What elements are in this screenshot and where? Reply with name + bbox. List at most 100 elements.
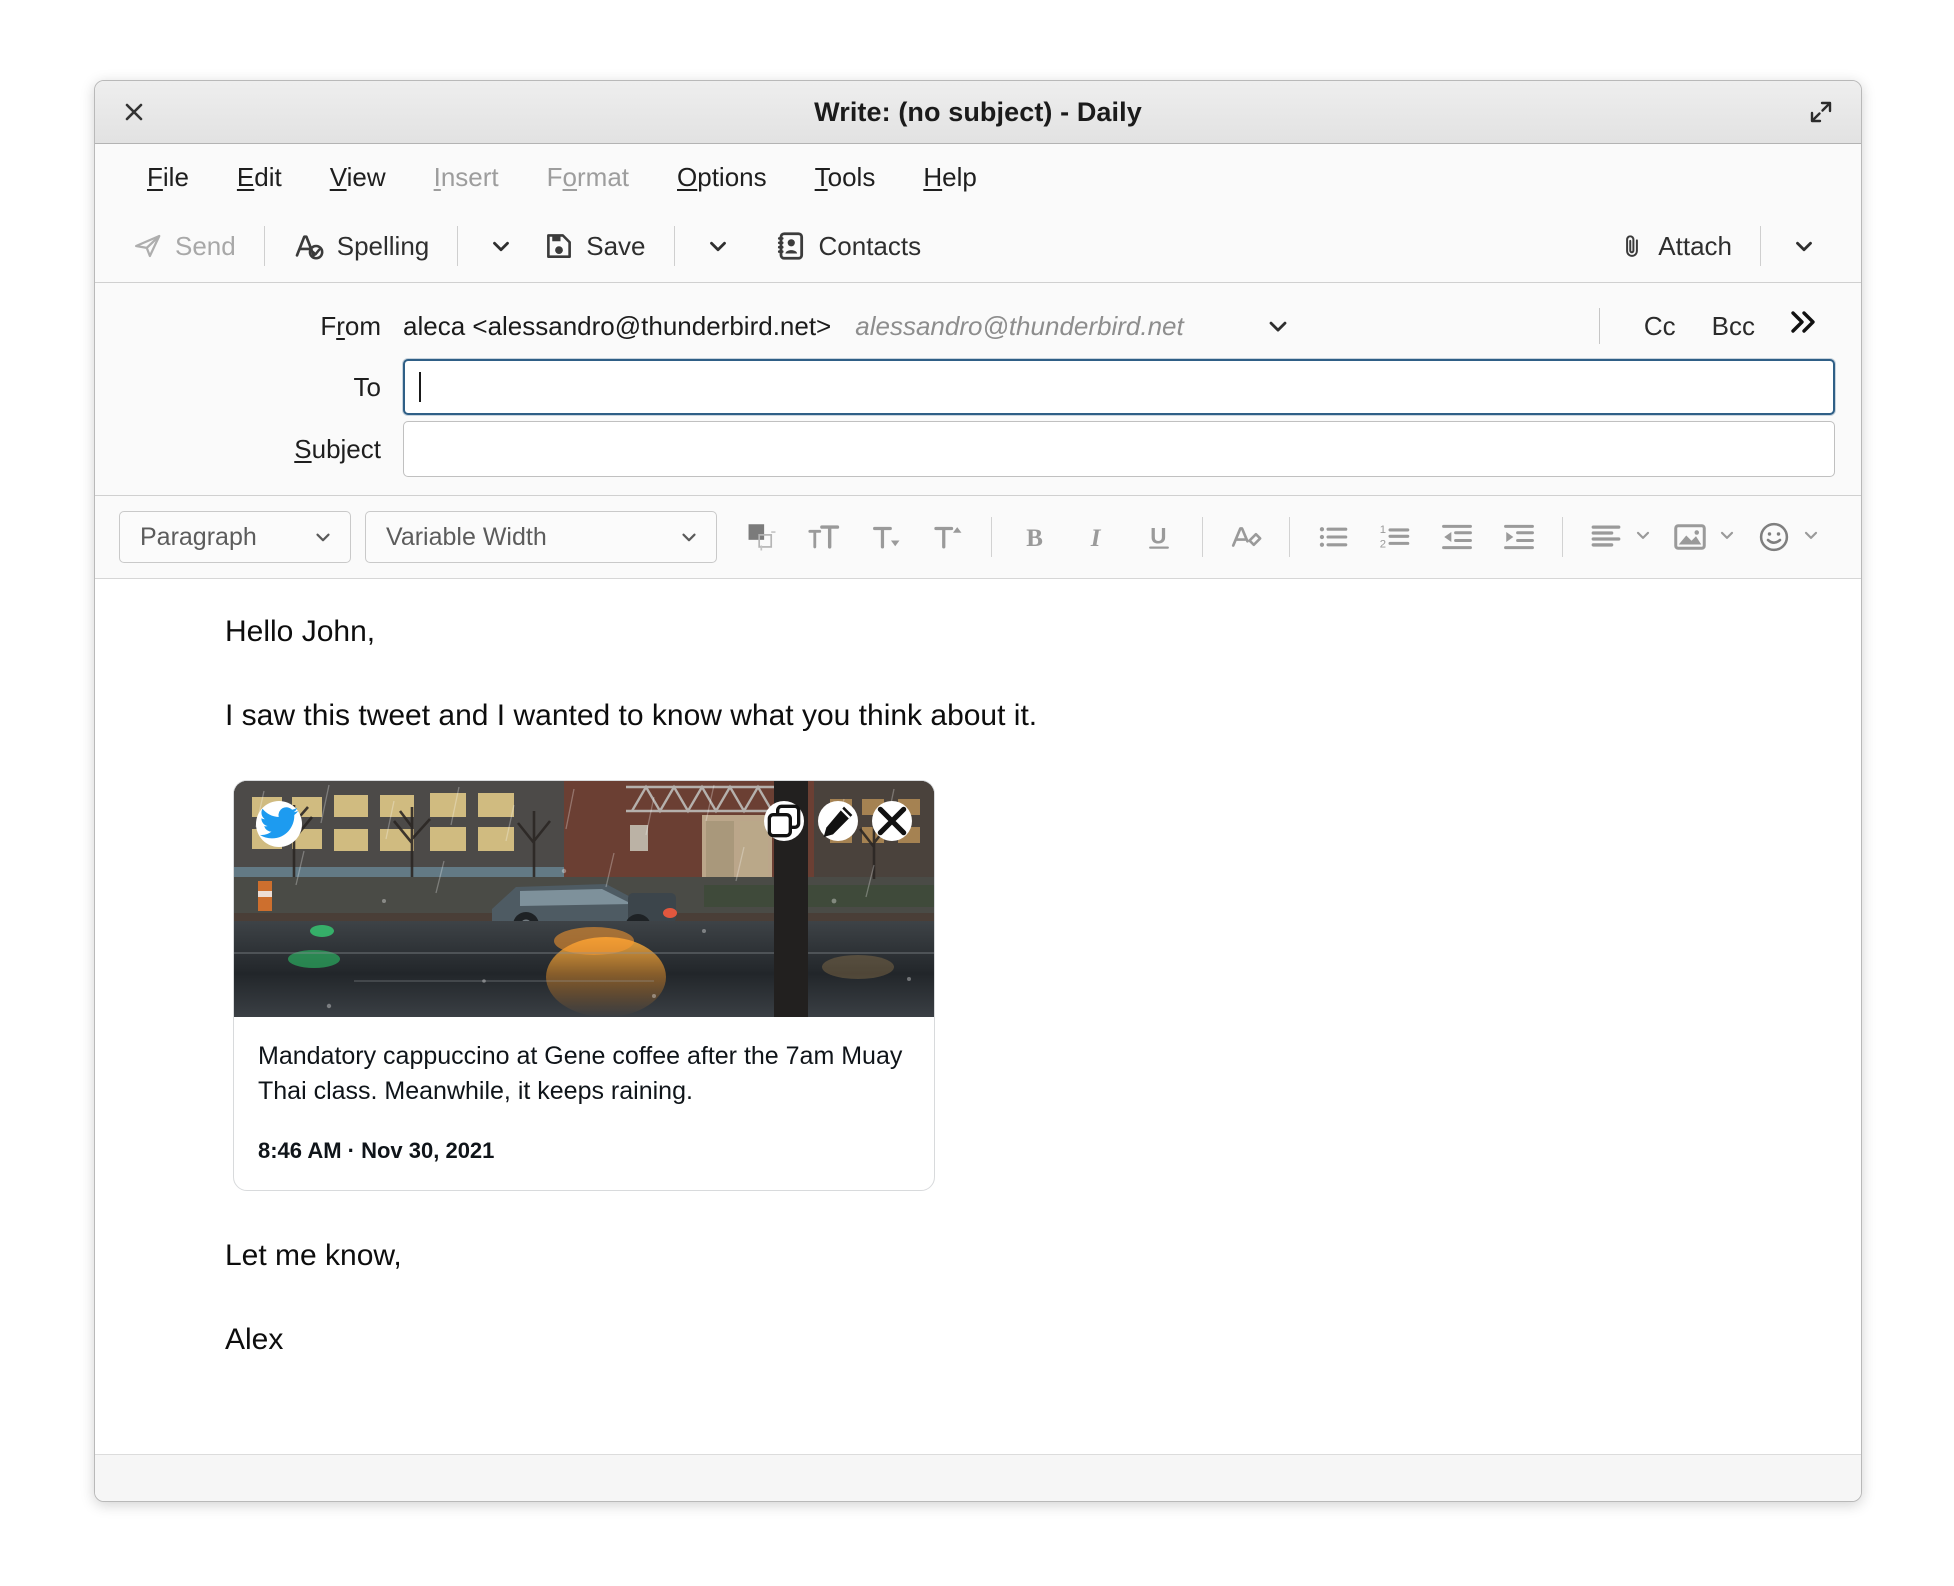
message-body-editor[interactable]: Hello John, I saw this tweet and I wante… <box>95 579 1861 1454</box>
outdent-button[interactable] <box>1431 511 1483 563</box>
menu-insert: Insert <box>433 161 499 192</box>
underline-icon: U <box>1149 523 1169 549</box>
attach-button[interactable]: Attach <box>1604 225 1746 268</box>
format-toolbar: Paragraph Variable Width B I U 1 2 <box>95 496 1861 579</box>
send-button[interactable]: Send <box>119 225 250 268</box>
menu-insert-label: nsert <box>440 161 499 192</box>
insert-image-icon <box>1674 524 1706 550</box>
insert-emoji-button[interactable] <box>1748 511 1800 563</box>
paragraph-style-select[interactable]: Paragraph <box>119 511 351 563</box>
menu-edit[interactable]: Edit <box>213 156 306 199</box>
body-greeting: Hello John, <box>225 615 376 648</box>
svg-text:I: I <box>1090 525 1102 552</box>
menu-view-label: iew <box>346 161 386 192</box>
text-cursor <box>419 372 421 402</box>
body-closing: Let me know, <box>225 1239 402 1272</box>
spelling-button[interactable]: Spelling <box>279 224 444 268</box>
toolbar-separator-1 <box>263 226 265 266</box>
expand-headers-button[interactable] <box>1773 303 1835 349</box>
to-input[interactable] <box>403 359 1835 415</box>
from-dropdown-button[interactable] <box>1264 312 1292 340</box>
indent-icon <box>1504 524 1534 550</box>
remove-formatting-icon <box>1231 527 1262 547</box>
svg-text:U: U <box>1150 523 1166 548</box>
body-intro: I saw this tweet and I wanted to know wh… <box>225 698 1038 732</box>
twitter-bird-icon <box>259 807 299 839</box>
tweet-edit-button[interactable] <box>818 801 858 841</box>
bold-button[interactable]: B <box>1009 511 1061 563</box>
tweet-image <box>234 781 934 1017</box>
paperclip-icon <box>1626 235 1639 257</box>
from-label: From <box>320 310 381 341</box>
menu-options[interactable]: Options <box>653 156 791 199</box>
decrease-font-size-button[interactable] <box>860 511 912 563</box>
title-bar: Write: (no subject) - Daily <box>95 81 1861 144</box>
header-divider <box>1598 308 1600 344</box>
svg-text:2: 2 <box>1380 539 1386 551</box>
bulleted-list-icon <box>1319 527 1348 547</box>
tweet-copy-button[interactable] <box>764 801 804 841</box>
format-separator-4 <box>1562 517 1563 557</box>
subject-label: Subject <box>294 433 381 464</box>
font-size-menu-button[interactable] <box>922 511 974 563</box>
font-family-select[interactable]: Variable Width <box>365 511 717 563</box>
menu-edit-label: dit <box>254 161 282 192</box>
chevron-down-icon <box>1269 321 1287 332</box>
spelling-label: Spelling <box>336 230 430 261</box>
chevron-down-icon <box>493 241 510 252</box>
menu-options-label: ptions <box>697 161 767 192</box>
insert-emoji-dropdown-button[interactable] <box>1801 525 1821 550</box>
compose-headers: From aleca <alessandro@thunderbird.net> … <box>95 283 1861 496</box>
insert-emoji-icon <box>1759 522 1789 552</box>
bulleted-list-button[interactable] <box>1307 511 1359 563</box>
numbered-list-button[interactable]: 1 2 <box>1369 511 1421 563</box>
tweet-action-buttons <box>764 801 912 841</box>
svg-text:1: 1 <box>1380 524 1386 536</box>
toolbar-separator-2 <box>457 226 459 266</box>
screen: Write: (no subject) - Daily File Edit Vi… <box>0 0 1954 1586</box>
window-maximize-button[interactable] <box>1803 94 1839 130</box>
chevron-down-icon <box>1720 531 1734 539</box>
remove-formatting-button[interactable] <box>1220 511 1272 563</box>
maximize-icon <box>1810 101 1832 123</box>
menu-view[interactable]: View <box>306 156 410 199</box>
text-color-button[interactable] <box>736 511 788 563</box>
increase-font-size-button[interactable] <box>798 511 850 563</box>
align-dropdown-button[interactable] <box>1633 525 1653 550</box>
format-separator-2 <box>1202 517 1203 557</box>
cc-button[interactable]: Cc <box>1626 305 1694 348</box>
attach-dropdown-button[interactable] <box>1775 227 1833 265</box>
format-separator-3 <box>1289 517 1290 557</box>
from-identity-value[interactable]: aleca <alessandro@thunderbird.net> <box>403 311 831 342</box>
contacts-button[interactable]: Contacts <box>761 224 936 268</box>
contacts-label: Contacts <box>818 230 922 261</box>
tweet-remove-button[interactable] <box>872 801 912 841</box>
menu-help[interactable]: Help <box>899 156 1000 199</box>
italic-button[interactable]: I <box>1071 511 1123 563</box>
spelling-dropdown-button[interactable] <box>472 227 530 265</box>
bcc-button[interactable]: Bcc <box>1694 305 1773 348</box>
indent-button[interactable] <box>1493 511 1545 563</box>
underline-button[interactable]: U <box>1133 511 1185 563</box>
tweet-text: Mandatory cappuccino at Gene coffee afte… <box>258 1042 903 1105</box>
attach-label: Attach <box>1658 230 1732 261</box>
toolbar-separator-3 <box>673 226 675 266</box>
insert-image-button[interactable] <box>1664 511 1716 563</box>
font-family-value: Variable Width <box>386 522 547 551</box>
menu-file-label: ile <box>162 161 189 192</box>
save-button[interactable]: Save <box>530 225 659 268</box>
align-button[interactable] <box>1580 511 1632 563</box>
chevron-down-icon <box>682 533 696 542</box>
insert-image-dropdown-button[interactable] <box>1717 525 1737 550</box>
edit-icon <box>823 806 853 837</box>
chevron-double-right-icon <box>1791 311 1815 333</box>
save-dropdown-button[interactable] <box>689 227 747 265</box>
menu-format-label: rmat <box>577 161 630 192</box>
tweet-card[interactable]: Mandatory cappuccino at Gene coffee afte… <box>233 780 935 1191</box>
menu-tools[interactable]: Tools <box>791 156 900 199</box>
menu-file[interactable]: File <box>123 156 213 199</box>
numbered-list-icon: 1 2 <box>1380 524 1410 551</box>
save-label: Save <box>586 230 646 261</box>
chevron-down-icon <box>316 533 330 542</box>
subject-input[interactable] <box>403 421 1835 477</box>
